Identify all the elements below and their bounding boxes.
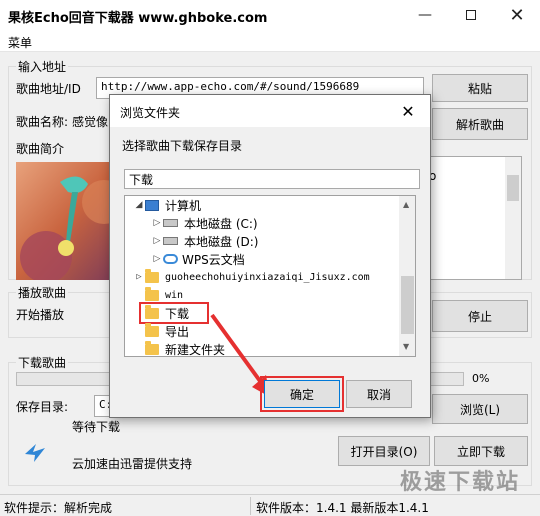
tree-item-label: guoheechohuiyinxiazaiqi_Jisuxz.com bbox=[165, 271, 370, 283]
close-button[interactable]: ✕ bbox=[494, 0, 540, 30]
status-tip: 软件提示：解析完成 bbox=[4, 501, 113, 515]
collapsed-arrow-icon[interactable]: ▷ bbox=[151, 218, 163, 228]
album-art bbox=[16, 162, 120, 280]
collapsed-arrow-icon[interactable]: ▷ bbox=[151, 254, 163, 264]
close-icon: ✕ bbox=[509, 4, 525, 26]
tree-item-drive-d[interactable]: ▷ 本地磁盘 (D:) bbox=[151, 232, 259, 250]
folder-icon bbox=[145, 304, 159, 319]
url-label: 歌曲地址/ID bbox=[16, 82, 81, 96]
intro-label: 歌曲简介 bbox=[16, 142, 65, 156]
tree-item-label: WPS云文档 bbox=[182, 252, 245, 267]
close-icon: ✕ bbox=[401, 101, 415, 121]
download-group-label: 下载歌曲 bbox=[16, 354, 69, 371]
intro-scrollbar[interactable] bbox=[505, 157, 521, 279]
folder-icon bbox=[145, 268, 159, 283]
save-dir-label: 保存目录: bbox=[16, 400, 69, 414]
progress-percent: 0% bbox=[472, 372, 490, 385]
collapsed-arrow-icon[interactable]: ▷ bbox=[151, 236, 163, 246]
download-status: 等待下载 bbox=[72, 420, 121, 434]
tree-scrollbar[interactable]: ▲ ▼ bbox=[399, 196, 415, 356]
tree-item-label: 计算机 bbox=[165, 198, 202, 213]
play-group-label: 播放歌曲 bbox=[16, 284, 69, 301]
cloud-note: 云加速由迅雷提供支持 bbox=[72, 457, 193, 471]
folder-icon bbox=[145, 286, 159, 301]
status-version: 软件版本：1.4.1 最新版本1.4.1 bbox=[256, 501, 429, 515]
tree-item-drive-c[interactable]: ▷ 本地磁盘 (C:) bbox=[151, 214, 258, 232]
folder-icon bbox=[145, 322, 159, 337]
tree-item-label: win bbox=[165, 289, 184, 301]
ok-button[interactable]: 确定 bbox=[264, 380, 340, 408]
tree-item-label: 本地磁盘 (D:) bbox=[184, 234, 259, 249]
paste-button[interactable]: 粘贴 bbox=[432, 74, 528, 102]
stop-button[interactable]: 停止 bbox=[432, 300, 528, 332]
dialog-close-button[interactable]: ✕ bbox=[396, 99, 420, 123]
menu-item[interactable]: 菜单 bbox=[8, 34, 32, 51]
scroll-up-icon[interactable]: ▲ bbox=[403, 200, 409, 209]
dialog-title-bar: 浏览文件夹 ✕ bbox=[110, 95, 430, 127]
song-name-label: 歌曲名称: 感觉像 bbox=[16, 113, 108, 130]
dialog-prompt: 选择歌曲下载保存目录 bbox=[122, 139, 243, 153]
tree-item-label: 导出 bbox=[165, 324, 190, 339]
drive-icon bbox=[163, 219, 178, 227]
cancel-button[interactable]: 取消 bbox=[346, 380, 412, 408]
tree-item-label: 下载 bbox=[165, 306, 190, 321]
window-title: 果核Echo回音下载器 www.ghboke.com bbox=[8, 11, 268, 26]
maximize-button[interactable] bbox=[448, 0, 494, 30]
cloud-icon bbox=[163, 254, 178, 264]
song-name-value: 感觉像 bbox=[72, 115, 109, 129]
drive-icon bbox=[163, 237, 178, 245]
title-bar: 果核Echo回音下载器 www.ghboke.com — ✕ bbox=[0, 0, 540, 30]
parse-button[interactable]: 解析歌曲 bbox=[432, 108, 528, 140]
dialog-title: 浏览文件夹 bbox=[120, 106, 181, 120]
scroll-down-icon[interactable]: ▼ bbox=[403, 342, 409, 351]
folder-icon bbox=[145, 340, 159, 355]
tree-item-computer[interactable]: ◢ 计算机 bbox=[133, 196, 201, 214]
expanded-arrow-icon[interactable]: ◢ bbox=[133, 200, 145, 210]
computer-icon bbox=[145, 199, 159, 211]
menu-bar: 菜单 bbox=[0, 30, 540, 52]
open-dir-button[interactable]: 打开目录(O) bbox=[338, 436, 430, 466]
watermark: 极速下载站 bbox=[399, 470, 520, 495]
intro-scroll-thumb[interactable] bbox=[507, 175, 519, 201]
tree-item-download-selected[interactable]: 下载 bbox=[139, 302, 209, 324]
browse-button[interactable]: 浏览(L) bbox=[432, 394, 528, 424]
thunder-bird-icon bbox=[22, 440, 48, 466]
intro-textarea[interactable]: o bbox=[424, 156, 522, 280]
start-play-label[interactable]: 开始播放 bbox=[16, 306, 64, 323]
tree-item-wps-cloud[interactable]: ▷ WPS云文档 bbox=[151, 250, 245, 268]
tree-item-guohe[interactable]: ▷ guoheechohuiyinxiazaiqi_Jisuxz.com bbox=[133, 268, 370, 286]
status-divider bbox=[250, 497, 251, 515]
minimize-icon: — bbox=[418, 7, 432, 23]
status-bar: 软件提示：解析完成 软件版本：1.4.1 最新版本1.4.1 bbox=[0, 494, 540, 516]
collapsed-arrow-icon[interactable]: ▷ bbox=[133, 272, 145, 282]
folder-name-input[interactable]: 下载 bbox=[124, 169, 420, 189]
tree-item-label: 本地磁盘 (C:) bbox=[184, 216, 258, 231]
song-name-label-text: 歌曲名称: bbox=[16, 115, 69, 129]
tree-item-export[interactable]: 导出 bbox=[145, 322, 189, 340]
minimize-button[interactable]: — bbox=[402, 0, 448, 30]
input-group-label: 输入地址 bbox=[16, 58, 69, 75]
browse-folder-dialog: 浏览文件夹 ✕ 选择歌曲下载保存目录 下载 ◢ 计算机 ▷ 本地磁盘 (C:) … bbox=[109, 94, 431, 418]
tree-scroll-thumb[interactable] bbox=[401, 276, 414, 334]
maximize-icon bbox=[466, 10, 476, 20]
download-now-button[interactable]: 立即下载 bbox=[434, 436, 528, 466]
